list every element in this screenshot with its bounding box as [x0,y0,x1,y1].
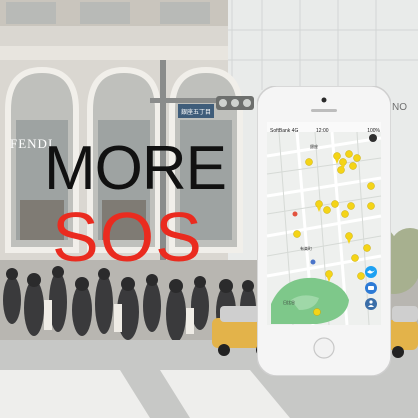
phone-status-bar: SoftBank 4G 12:00 100% [268,127,382,135]
user-icon[interactable] [365,298,377,310]
battery-label: 100% [367,128,380,134]
ad-banner: FENDI 銀座五丁目 NO SoftBank 4G 12:00 100% 銀座… [0,0,418,418]
map-label-ginza: 銀座 [310,144,318,149]
headline: MORE SOS [44,134,274,276]
map-label-yurakucho: 有楽町 [300,246,312,251]
street-sign: 銀座五丁目 [181,108,211,116]
headline-more: MORE [44,134,227,203]
svg-text:NO: NO [392,102,407,113]
map-label-hibiya: 日比谷 [283,300,295,305]
home-button[interactable] [313,337,335,359]
carrier-label: SoftBank 4G [270,128,299,134]
map-action-buttons [365,266,377,310]
clock-label: 12:00 [316,128,329,134]
headline-sos: SOS [52,198,203,276]
